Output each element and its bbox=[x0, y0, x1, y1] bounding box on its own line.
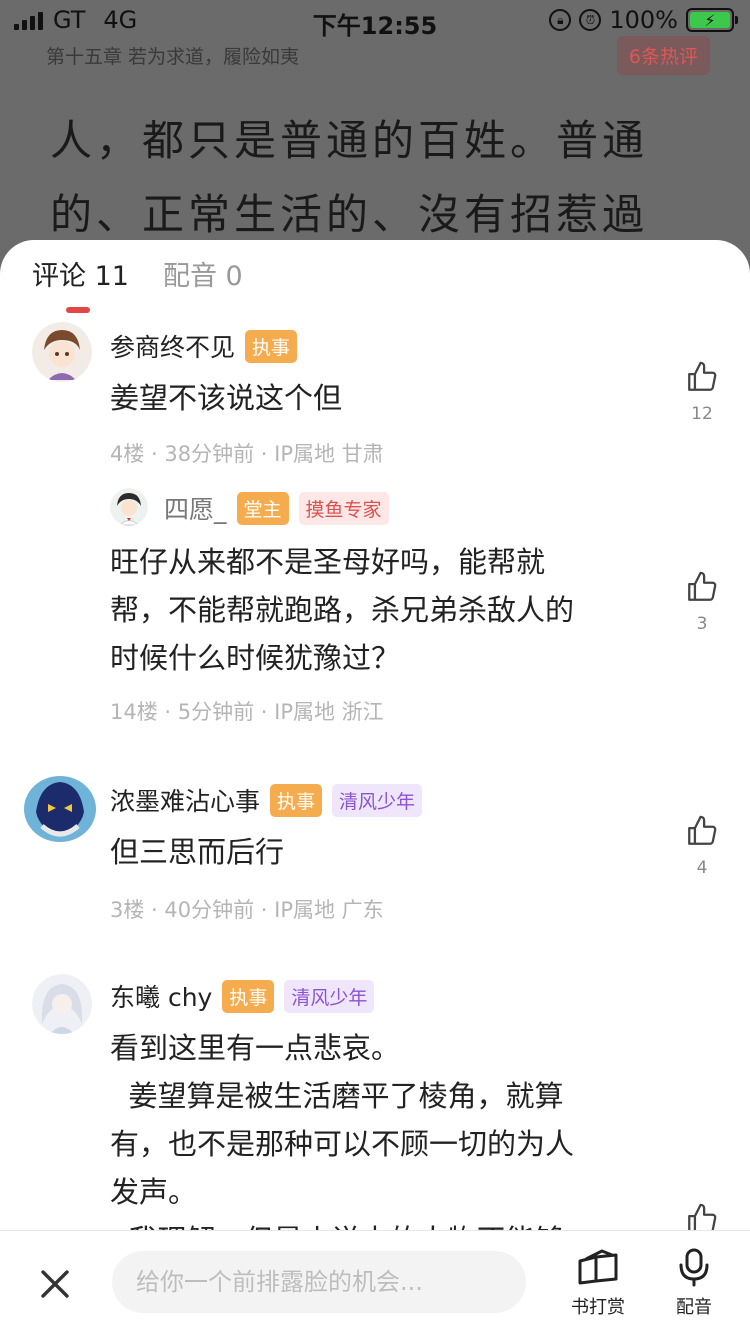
like-count: 12 bbox=[691, 404, 713, 424]
like-button[interactable]: 4 bbox=[684, 814, 720, 878]
author-row: 浓墨难沾心事 执事 清风少年 bbox=[110, 782, 423, 818]
comment-meta: 4楼 · 38分钟前 · IP属地 甘肃 bbox=[110, 442, 384, 466]
close-icon bbox=[41, 1270, 69, 1298]
reward-button[interactable]: 书打赏 bbox=[558, 1247, 638, 1319]
like-button[interactable]: 12 bbox=[684, 360, 720, 424]
bottom-bar: 书打赏 配音 bbox=[0, 1230, 750, 1334]
avatar[interactable] bbox=[32, 974, 92, 1034]
author-name[interactable]: 浓墨难沾心事 bbox=[110, 782, 260, 818]
comment-text[interactable]: 姜望不该说这个但 bbox=[110, 374, 342, 422]
thumbs-up-icon bbox=[688, 571, 717, 601]
gift-book-icon bbox=[578, 1249, 618, 1285]
comment-meta: 3楼 · 40分钟前 · IP属地 广东 bbox=[110, 898, 384, 922]
author-name[interactable]: 四愿_ bbox=[164, 490, 227, 526]
chapter-title: 第十五章 若为求道，履险如夷 bbox=[46, 46, 300, 68]
comment-tabs: 评论 11 配音 0 bbox=[32, 254, 243, 313]
reading-line: 人，都只是普通的百姓。普通 bbox=[50, 116, 649, 165]
avatar[interactable] bbox=[22, 774, 98, 844]
thumbs-up-icon bbox=[688, 361, 717, 391]
title-badge: 清风少年 bbox=[284, 979, 375, 1013]
battery-percent: 100% bbox=[609, 6, 678, 34]
dub-button[interactable]: 配音 bbox=[654, 1247, 734, 1319]
dub-label: 配音 bbox=[676, 1297, 712, 1318]
avatar[interactable] bbox=[110, 488, 148, 526]
comment-sheet: 评论 11 配音 0 参商终不见 执事 姜望不该说这个但 4楼 · 38分钟前 … bbox=[0, 240, 750, 1334]
role-badge: 执事 bbox=[245, 329, 298, 363]
author-row: 参商终不见 执事 bbox=[110, 328, 298, 364]
like-button[interactable]: 3 bbox=[684, 570, 720, 634]
like-count: 3 bbox=[696, 614, 708, 634]
comment-text[interactable]: 旺仔从来都不是圣母好吗，能帮就 帮，不能帮就跑路，杀兄弟杀敌人的 时候什么时候犹… bbox=[110, 538, 574, 682]
battery-icon: ⚡︎ bbox=[686, 8, 738, 32]
microphone-icon bbox=[679, 1248, 709, 1287]
role-badge: 堂主 bbox=[236, 491, 289, 525]
tab-dubbing[interactable]: 配音 0 bbox=[163, 254, 243, 307]
author-name[interactable]: 东曦 chy bbox=[110, 978, 212, 1014]
tab-comments[interactable]: 评论 11 bbox=[32, 254, 129, 313]
avatar[interactable] bbox=[32, 322, 92, 382]
like-count: 4 bbox=[696, 858, 708, 878]
title-badge: 清风少年 bbox=[332, 783, 423, 817]
hot-comments-badge[interactable]: 6条热评 bbox=[616, 36, 710, 75]
close-button[interactable] bbox=[38, 1267, 72, 1301]
author-row: 东曦 chy 执事 清风少年 bbox=[110, 978, 375, 1014]
role-badge: 执事 bbox=[222, 979, 275, 1013]
comment-text[interactable]: 但三思而后行 bbox=[110, 828, 284, 876]
status-right: 🔒︎ ⏰︎ 100% ⚡︎ bbox=[549, 6, 738, 34]
status-bar: GT 4G 下午12:55 🔒︎ ⏰︎ 100% ⚡︎ bbox=[0, 0, 750, 40]
comment-text[interactable]: 看到这里有一点悲哀。 姜望算是被生活磨平了棱角，就算 有，也不是那种可以不顾一切… bbox=[110, 1024, 574, 1264]
thumbs-up-icon bbox=[688, 815, 717, 845]
title-badge: 摸鱼专家 bbox=[298, 491, 389, 525]
comment-meta: 14楼 · 5分钟前 · IP属地 浙江 bbox=[110, 700, 384, 724]
comment-input[interactable] bbox=[112, 1251, 526, 1313]
author-name[interactable]: 参商终不见 bbox=[110, 328, 235, 364]
author-row: 四愿_ 堂主 摸鱼专家 bbox=[164, 490, 389, 526]
rotation-lock-icon: 🔒︎ bbox=[549, 9, 572, 31]
alarm-icon: ⏰︎ bbox=[579, 9, 602, 31]
reward-label: 书打赏 bbox=[571, 1297, 625, 1318]
role-badge: 执事 bbox=[270, 783, 323, 817]
